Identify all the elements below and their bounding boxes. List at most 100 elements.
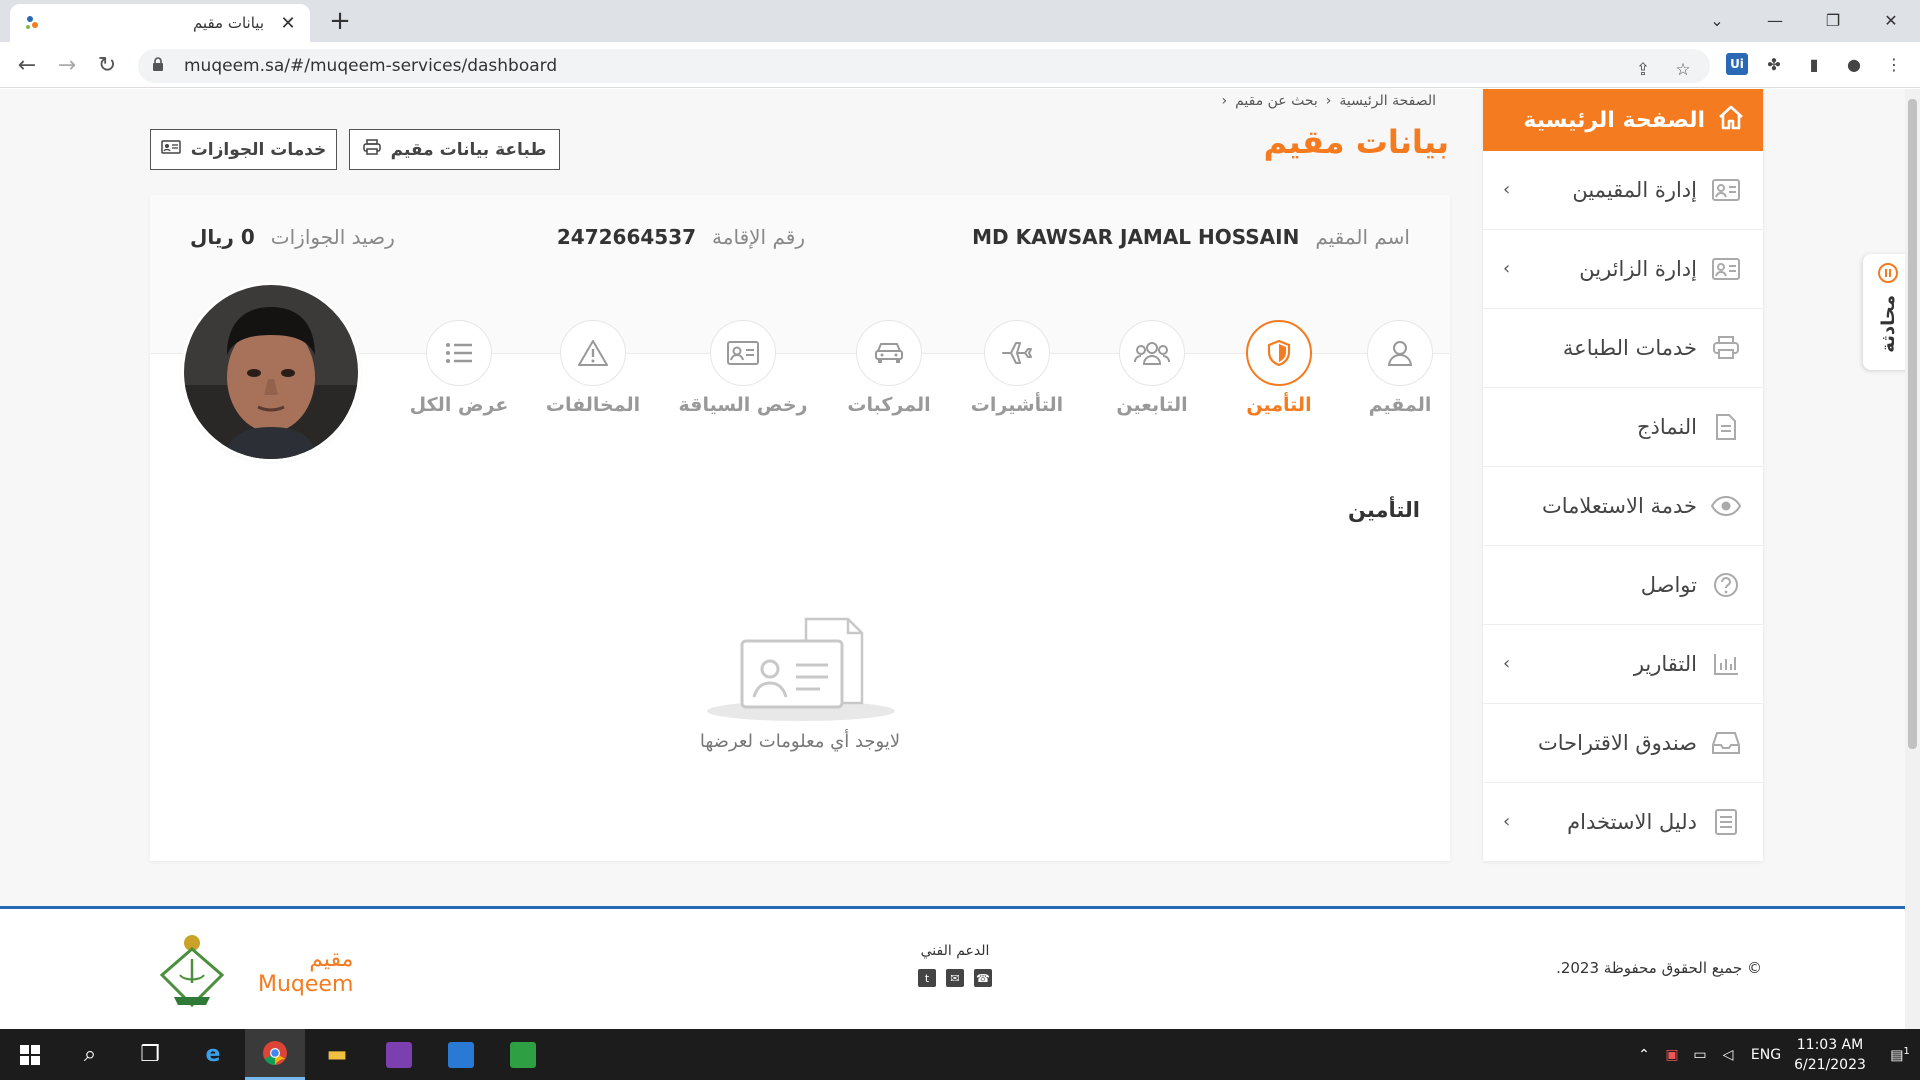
sidebar-item-label: إدارة الزائرين bbox=[1579, 257, 1697, 281]
resident-tabs: المقيم التأمين التابعين التأشيرات المركب… bbox=[350, 320, 1450, 430]
id-card-icon bbox=[1711, 177, 1741, 203]
app-blue-icon[interactable] bbox=[431, 1029, 491, 1080]
sidebar-item-forms[interactable]: النماذج bbox=[1483, 388, 1763, 467]
file-explorer-icon[interactable]: ▬ bbox=[307, 1029, 367, 1080]
sidebar-item-user-guide[interactable]: ‹ دليل الاستخدام bbox=[1483, 783, 1763, 862]
balance-value: 0 ريال bbox=[190, 225, 255, 249]
tray-volume-icon[interactable]: ◁ bbox=[1714, 1047, 1742, 1063]
inbox-icon bbox=[1711, 730, 1741, 756]
breadcrumb-home[interactable]: الصفحة الرئيسية bbox=[1339, 93, 1436, 109]
scrollbar-thumb[interactable] bbox=[1908, 99, 1917, 749]
tab-close-icon[interactable]: ✕ bbox=[278, 13, 298, 34]
tray-network-icon[interactable]: ▭ bbox=[1686, 1047, 1714, 1063]
extension-uipath-icon[interactable]: Ui bbox=[1726, 53, 1748, 75]
bookmark-star-icon[interactable]: ☆ bbox=[1668, 55, 1698, 85]
sidebar-item-contact[interactable]: تواصل bbox=[1483, 546, 1763, 625]
forward-icon[interactable]: → bbox=[52, 50, 82, 80]
id-card-icon bbox=[710, 320, 776, 386]
tab-label: المركبات bbox=[847, 394, 931, 416]
browser-menu-icon[interactable]: ⋮ bbox=[1880, 50, 1908, 78]
back-icon[interactable]: ← bbox=[12, 50, 42, 80]
app-purple-icon[interactable] bbox=[369, 1029, 429, 1080]
tab-label: المقيم bbox=[1368, 394, 1432, 416]
sidebar-item-inquiries[interactable]: خدمة الاستعلامات bbox=[1483, 467, 1763, 546]
system-tray: ⌃ ▣ ▭ ◁ ENG 11:03 AM 6/21/2023 ▤1 bbox=[1630, 1029, 1920, 1080]
tab-show-all[interactable]: عرض الكل bbox=[384, 320, 534, 416]
sidebar-item-visitors-management[interactable]: ‹ إدارة الزائرين bbox=[1483, 230, 1763, 309]
tab-vehicles[interactable]: المركبات bbox=[814, 320, 964, 416]
breadcrumb-search-resident[interactable]: بحث عن مقيم bbox=[1235, 93, 1318, 109]
users-icon bbox=[1119, 320, 1185, 386]
browser-tab[interactable]: بيانات مقيم ✕ bbox=[10, 4, 310, 42]
extensions-icon[interactable]: ✤ bbox=[1760, 50, 1788, 78]
profile-avatar-icon[interactable]: ● bbox=[1840, 50, 1868, 78]
side-panel-icon[interactable]: ▮ bbox=[1800, 50, 1828, 78]
email-icon[interactable]: ✉ bbox=[946, 969, 964, 987]
internet-explorer-icon[interactable]: e bbox=[183, 1029, 243, 1080]
sidebar-item-label: التقارير bbox=[1633, 652, 1697, 676]
app-green-icon[interactable] bbox=[493, 1029, 553, 1080]
maximize-button[interactable]: ❐ bbox=[1804, 0, 1862, 40]
chevron-left-icon: ‹ bbox=[1503, 811, 1511, 832]
sidebar-item-printing-services[interactable]: خدمات الطباعة bbox=[1483, 309, 1763, 388]
address-bar[interactable]: muqeem.sa/#/muqeem-services/dashboard ⇪ … bbox=[138, 49, 1710, 83]
sidebar-item-home[interactable]: الصفحة الرئيسية bbox=[1483, 89, 1763, 151]
tab-label: التأمين bbox=[1246, 394, 1312, 416]
printer-icon bbox=[1711, 335, 1741, 361]
chat-label: محادثة bbox=[1877, 295, 1899, 353]
passport-services-button[interactable]: خدمات الجوازات bbox=[150, 129, 337, 170]
tab-violations[interactable]: المخالفات bbox=[518, 320, 668, 416]
sidebar-item-label: خدمات الطباعة bbox=[1562, 336, 1697, 360]
twitter-icon[interactable]: t bbox=[918, 969, 936, 987]
task-view-icon[interactable]: ❒ bbox=[120, 1029, 180, 1080]
clock[interactable]: 11:03 AM 6/21/2023 bbox=[1790, 1035, 1870, 1075]
technical-support: الدعم الفني t ✉ ☎ bbox=[900, 943, 1010, 987]
tab-label: التأشيرات bbox=[970, 394, 1064, 416]
sidebar-item-residents-management[interactable]: ‹ إدارة المقيمين bbox=[1483, 151, 1763, 230]
windows-start-icon[interactable] bbox=[0, 1029, 60, 1080]
eye-icon bbox=[1711, 493, 1741, 519]
tab-dependents[interactable]: التابعين bbox=[1077, 320, 1227, 416]
chrome-icon[interactable] bbox=[245, 1029, 305, 1080]
sidebar-home-label: الصفحة الرئيسية bbox=[1523, 107, 1705, 133]
tab-title: بيانات مقيم bbox=[192, 14, 264, 32]
sidebar-item-suggestions-box[interactable]: صندوق الاقتراحات bbox=[1483, 704, 1763, 783]
tray-security-icon[interactable]: ▣ bbox=[1658, 1047, 1686, 1063]
windows-taskbar: ⌕ ❒ e ▬ ⌃ ▣ ▭ ◁ ENG 11:03 AM 6/21/2023 ▤… bbox=[0, 1029, 1920, 1080]
search-icon[interactable]: ⌕ bbox=[60, 1029, 120, 1080]
resident-photo bbox=[184, 285, 358, 459]
print-button-label: طباعة بيانات مقيم bbox=[390, 139, 547, 160]
tab-search-icon[interactable]: ⌄ bbox=[1688, 0, 1746, 40]
share-icon[interactable]: ⇪ bbox=[1628, 55, 1658, 85]
jawazat-emblem-logo bbox=[152, 931, 232, 1011]
chart-icon bbox=[1711, 651, 1741, 677]
language-indicator[interactable]: ENG bbox=[1742, 1047, 1790, 1063]
warning-icon bbox=[560, 320, 626, 386]
tab-visas[interactable]: التأشيرات bbox=[942, 320, 1092, 416]
sidebar: الصفحة الرئيسية ‹ إدارة المقيمين ‹ إدارة… bbox=[1483, 89, 1763, 862]
page-title: بيانات مقيم bbox=[1263, 123, 1449, 161]
notifications-icon[interactable]: ▤1 bbox=[1880, 1046, 1920, 1064]
iqama-number: رقم الإقامة 2472664537 bbox=[557, 225, 805, 249]
print-resident-button[interactable]: طباعة بيانات مقيم bbox=[349, 129, 560, 170]
phone-icon[interactable]: ☎ bbox=[974, 969, 992, 987]
close-window-button[interactable]: ✕ bbox=[1862, 0, 1920, 40]
iqama-value: 2472664537 bbox=[556, 225, 697, 249]
page-scrollbar[interactable] bbox=[1905, 89, 1920, 1029]
reload-icon[interactable]: ↻ bbox=[92, 50, 122, 80]
support-title: الدعم الفني bbox=[920, 943, 990, 959]
sidebar-item-label: تواصل bbox=[1640, 573, 1697, 597]
new-tab-button[interactable]: + bbox=[325, 6, 355, 36]
brand-arabic: مقيم bbox=[309, 947, 354, 972]
empty-state-illustration bbox=[706, 613, 896, 723]
minimize-button[interactable]: — bbox=[1746, 0, 1804, 40]
url-text: muqeem.sa/#/muqeem-services/dashboard bbox=[184, 56, 558, 76]
printer-icon bbox=[362, 139, 381, 160]
document-icon bbox=[1711, 414, 1741, 440]
sidebar-item-label: النماذج bbox=[1636, 415, 1697, 439]
chat-tab[interactable]: محادثة bbox=[1863, 254, 1905, 370]
sidebar-item-reports[interactable]: ‹ التقارير bbox=[1483, 625, 1763, 704]
tray-chevron-icon[interactable]: ⌃ bbox=[1630, 1047, 1658, 1063]
tab-driving-licenses[interactable]: رخص السياقة bbox=[668, 320, 818, 416]
breadcrumb-separator-icon: ‹ bbox=[1325, 93, 1332, 109]
